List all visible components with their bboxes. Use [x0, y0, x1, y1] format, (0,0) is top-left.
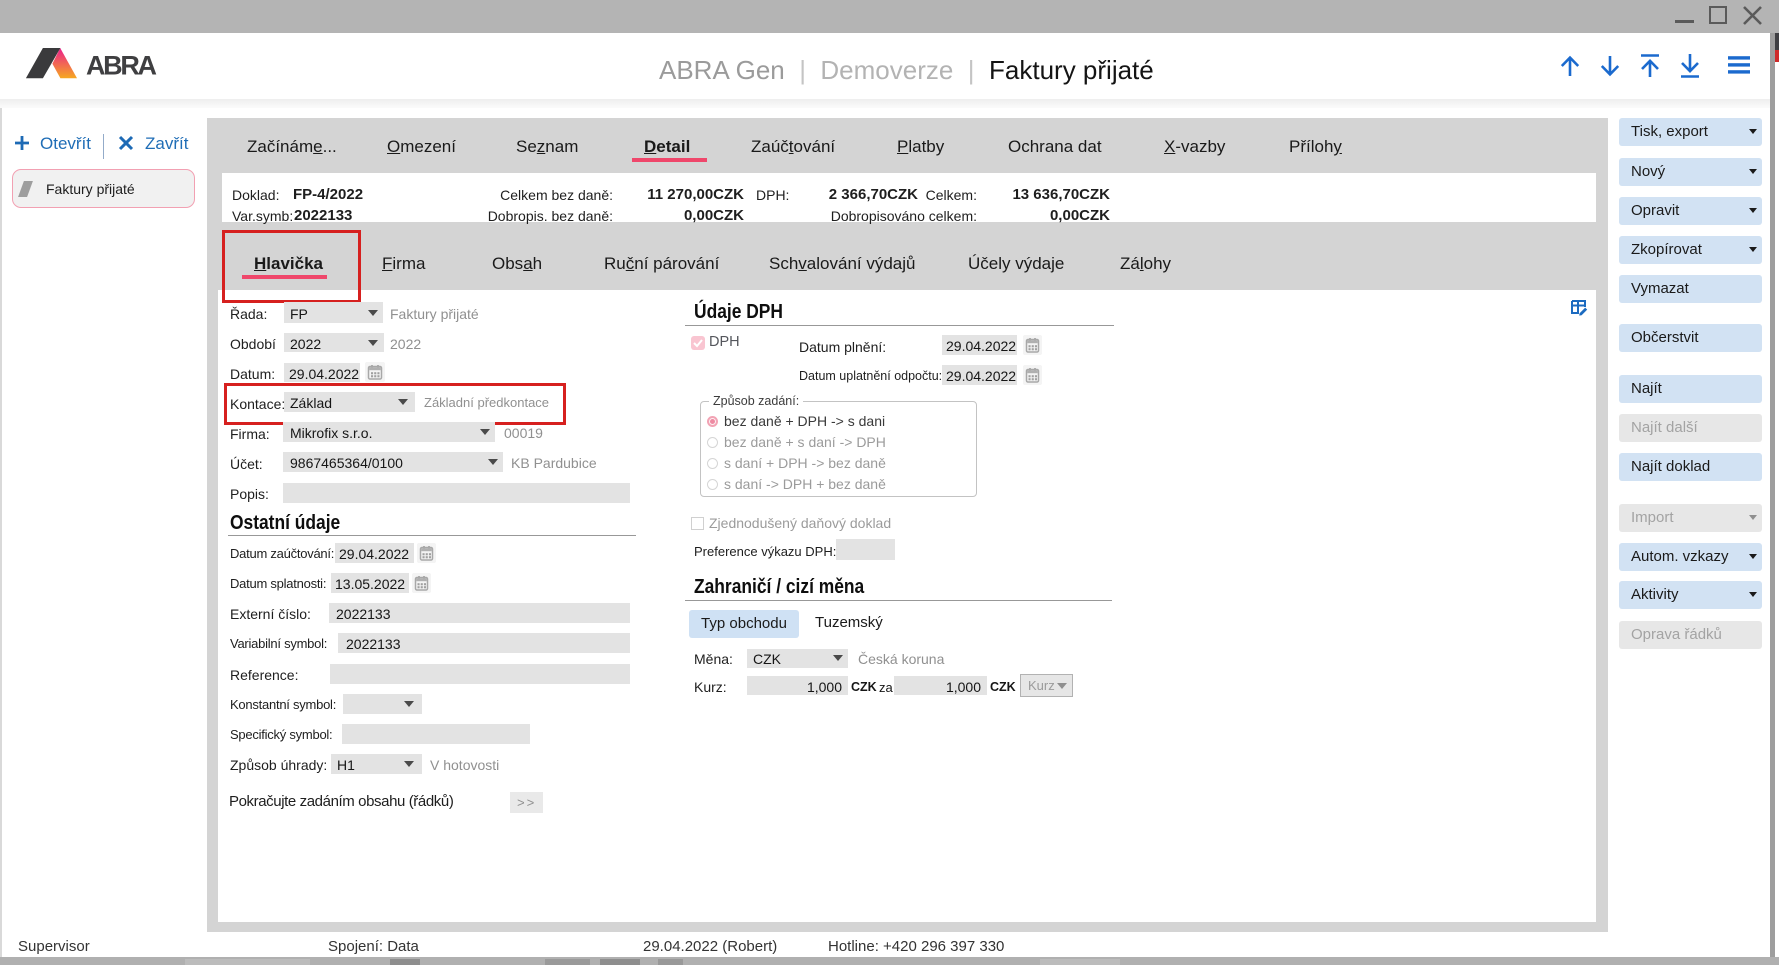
svg-text:ABRA: ABRA — [86, 51, 157, 81]
